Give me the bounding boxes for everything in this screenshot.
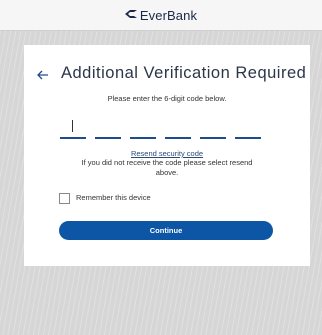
text-caret	[72, 120, 73, 132]
code-digit-6[interactable]	[235, 117, 261, 139]
everbank-logo-icon	[124, 6, 137, 24]
instructions-text: Please enter the 6-digit code below.	[107, 94, 227, 103]
code-digit-4[interactable]	[165, 117, 191, 139]
brand-logo[interactable]: EverBank	[124, 6, 198, 24]
remember-device-label[interactable]: Remember this device	[76, 193, 151, 202]
continue-button[interactable]: Continue	[59, 221, 273, 240]
page-header: EverBank	[0, 0, 322, 31]
code-digit-5[interactable]	[200, 117, 226, 139]
page-title: Additional Verification Required	[61, 64, 307, 82]
resend-code-link[interactable]: Resend security code	[24, 149, 310, 158]
resend-note: If you did not receive the code please s…	[81, 158, 253, 177]
brand-name: EverBank	[139, 7, 198, 23]
verification-card: Additional Verification Required Please …	[24, 45, 310, 266]
code-digit-3[interactable]	[130, 117, 156, 139]
code-digit-2[interactable]	[95, 117, 121, 139]
remember-device-checkbox[interactable]	[59, 193, 70, 204]
code-digit-1[interactable]	[60, 117, 86, 139]
arrow-left-icon[interactable]	[36, 68, 50, 82]
